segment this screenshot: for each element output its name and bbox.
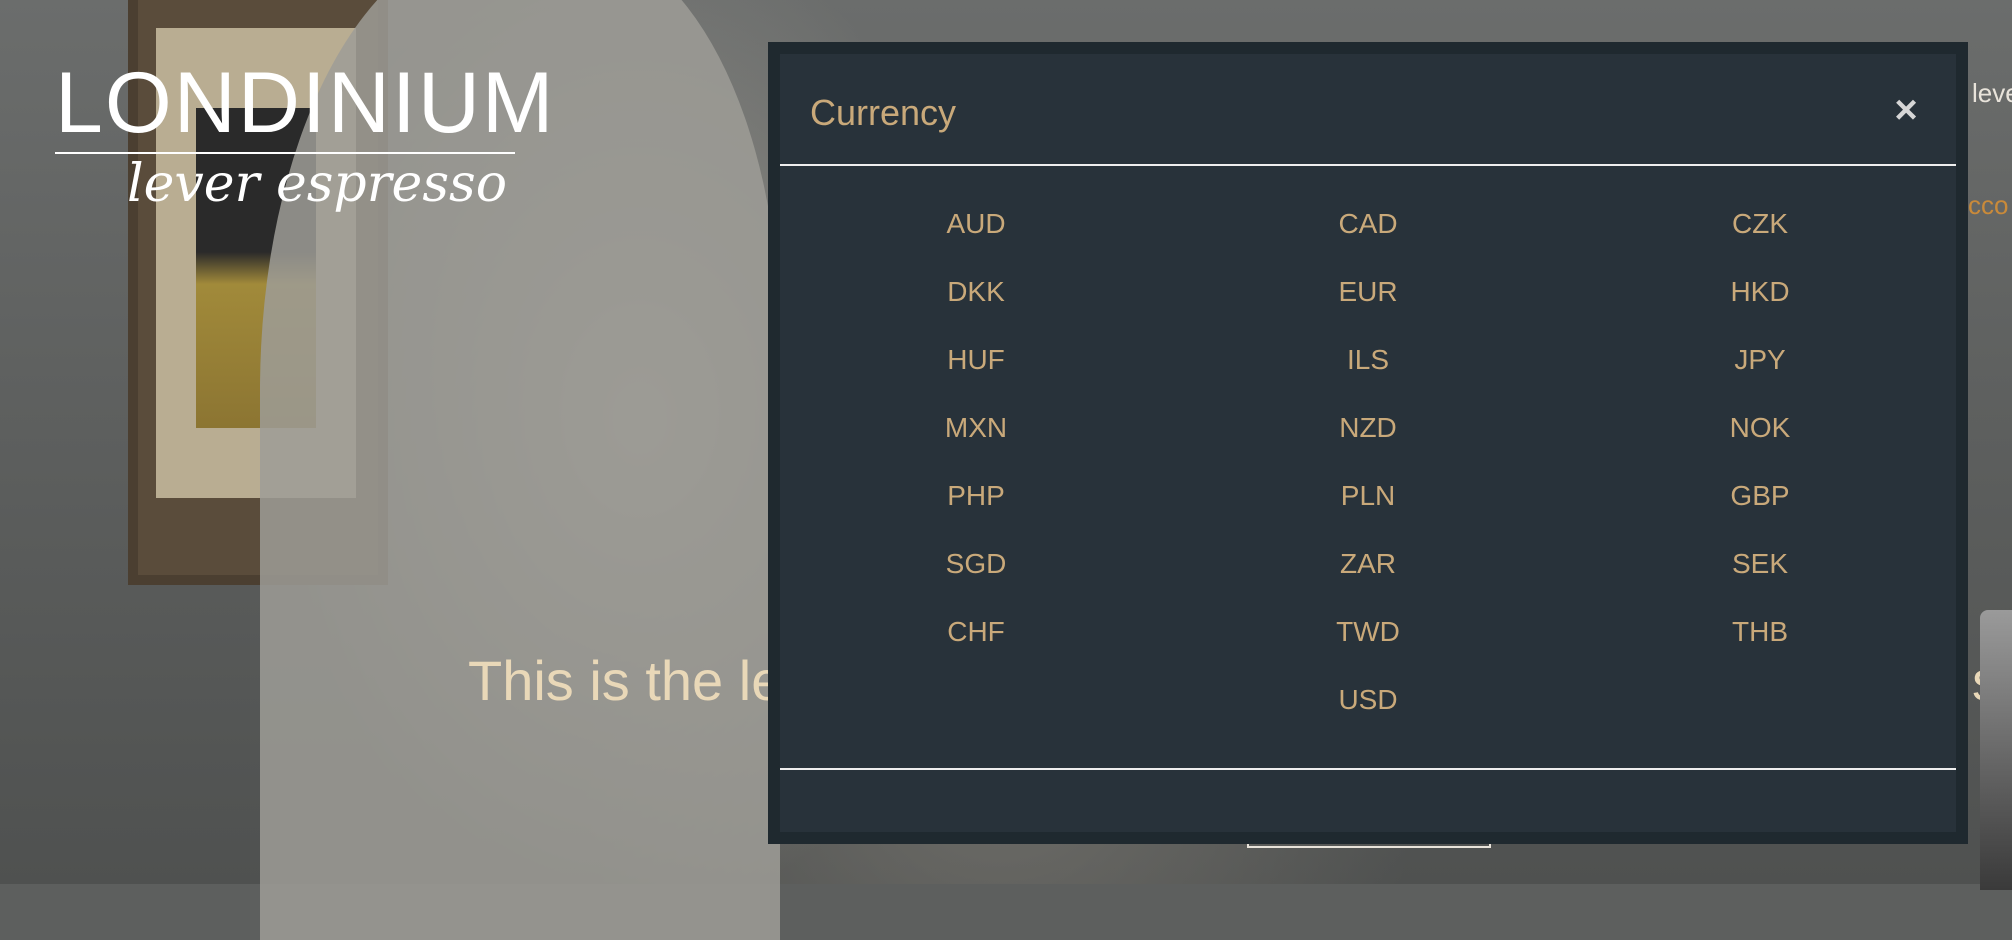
currency-option-huf[interactable]: HUF [780,326,1172,394]
currency-option-hkd[interactable]: HKD [1564,258,1956,326]
logo-tagline: lever espresso [127,154,507,214]
currency-option-eur[interactable]: EUR [1172,258,1564,326]
currency-option-php[interactable]: PHP [780,462,1172,530]
close-icon[interactable]: × [1886,90,1926,130]
currency-option-jpy[interactable]: JPY [1564,326,1956,394]
currency-option-nzd[interactable]: NZD [1172,394,1564,462]
modal-title: Currency [810,92,957,133]
currency-option-pln[interactable]: PLN [1172,462,1564,530]
currency-option-thb[interactable]: THB [1564,598,1956,666]
currency-modal: Currency × AUD CAD CZK DKK EUR HKD HUF I… [768,42,1968,844]
modal-header: Currency × [780,54,1956,166]
hero-heading: This is the le [468,649,783,712]
currency-option-mxn[interactable]: MXN [780,394,1172,462]
logo-wordmark: LONDINIUM [55,55,556,151]
modal-footer [780,768,1956,834]
currency-option-sgd[interactable]: SGD [780,530,1172,598]
currency-list: AUD CAD CZK DKK EUR HKD HUF ILS JPY MXN … [780,190,1956,734]
nav-link-partial[interactable]: leve [1972,78,2012,109]
currency-option-aud[interactable]: AUD [780,190,1172,258]
grinder-image [1980,610,2012,890]
currency-option-gbp[interactable]: GBP [1564,462,1956,530]
currency-option-zar[interactable]: ZAR [1172,530,1564,598]
currency-option-usd[interactable]: USD [1172,666,1564,734]
currency-option-chf[interactable]: CHF [780,598,1172,666]
currency-option-ils[interactable]: ILS [1172,326,1564,394]
currency-option-dkk[interactable]: DKK [780,258,1172,326]
account-link-partial[interactable]: cco [1968,190,2008,221]
currency-option-twd[interactable]: TWD [1172,598,1564,666]
currency-option-cad[interactable]: CAD [1172,190,1564,258]
currency-option-sek[interactable]: SEK [1564,530,1956,598]
currency-option-czk[interactable]: CZK [1564,190,1956,258]
site-logo[interactable]: LONDINIUM lever espresso [55,55,556,214]
currency-option-nok[interactable]: NOK [1564,394,1956,462]
